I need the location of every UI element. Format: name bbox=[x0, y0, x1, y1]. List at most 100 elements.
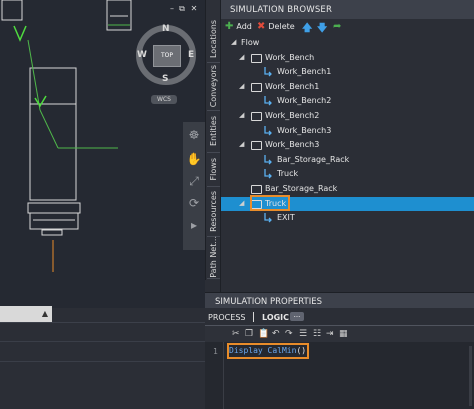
layer-dropdown[interactable]: ▲ bbox=[0, 306, 52, 322]
tab-conveyors[interactable]: Conveyors bbox=[207, 62, 220, 111]
tree-item[interactable]: Truck bbox=[221, 167, 474, 181]
tree-item-label: Work_Bench2 bbox=[265, 111, 320, 120]
tree-item[interactable]: ◢ Work_Bench3 bbox=[221, 138, 474, 152]
tree-item-label: Work_Bench3 bbox=[265, 140, 320, 150]
location-box-icon bbox=[251, 82, 262, 92]
redo-icon[interactable]: ↷ bbox=[285, 329, 293, 339]
wcs-menu[interactable]: WCS bbox=[151, 95, 177, 104]
tree-item-label: Work_Bench1 bbox=[277, 67, 332, 77]
delete-button[interactable]: ✖ Delete bbox=[257, 21, 295, 32]
browser-title: SIMULATION BROWSER bbox=[230, 5, 333, 15]
comment-icon[interactable]: ☰ bbox=[299, 329, 307, 339]
tree-item[interactable]: Work_Bench2 bbox=[221, 94, 474, 108]
tree-item-label: EXIT bbox=[277, 213, 295, 223]
browser-header: SIMULATION BROWSER bbox=[221, 0, 474, 19]
tab-path-networks[interactable]: Path Net... bbox=[207, 236, 220, 279]
model-viewport[interactable]: – ⧉ ✕ N S E W TOP WCS bbox=[0, 0, 205, 308]
uncomment-icon[interactable]: ☷ bbox=[313, 329, 321, 339]
tree-item-label: Work_Bench1 bbox=[265, 81, 320, 91]
add-button[interactable]: ✚ Add bbox=[225, 21, 252, 32]
routing-arrow-icon bbox=[264, 125, 272, 136]
location-box-icon bbox=[251, 53, 262, 63]
tab-logic[interactable]: LOGIC bbox=[262, 313, 289, 322]
zoom-extents-icon[interactable]: ⤢ bbox=[185, 172, 203, 190]
steering-wheel-icon[interactable]: ☸ bbox=[185, 126, 203, 144]
palette-side-tabs: Locations Conveyors Entities Flows Resou… bbox=[205, 0, 221, 280]
compass-west[interactable]: W bbox=[137, 50, 147, 60]
tree-item[interactable]: ◢ Work_Bench bbox=[221, 51, 474, 65]
undo-icon[interactable]: ↶ bbox=[272, 329, 280, 339]
showmotion-icon[interactable]: ▸ bbox=[185, 216, 203, 234]
tree-item-label: Work_Bench3 bbox=[277, 125, 332, 135]
properties-tabs: PROCESS LOGIC ... bbox=[205, 309, 474, 325]
logic-code-editor[interactable]: 1 Display CalMin() bbox=[205, 342, 474, 409]
tab-entities[interactable]: Entities bbox=[207, 110, 220, 153]
line-number: 1 bbox=[213, 347, 218, 356]
pan-hand-icon[interactable]: ✋ bbox=[185, 150, 203, 168]
tree-item[interactable]: ◢ Flow bbox=[221, 36, 474, 50]
expand-arrow-icon[interactable]: ◢ bbox=[239, 111, 244, 119]
routing-arrow-icon bbox=[264, 96, 272, 106]
paste-icon[interactable]: 📋 bbox=[258, 329, 269, 339]
tree-item[interactable]: ◢ Work_Bench2 bbox=[221, 109, 474, 123]
tab-resources[interactable]: Resources bbox=[207, 186, 220, 237]
minimize-viewport-button[interactable]: – bbox=[168, 5, 176, 13]
indent-icon[interactable]: ⇥ bbox=[326, 329, 334, 339]
expand-arrow-icon[interactable]: ◢ bbox=[239, 82, 244, 90]
simulation-properties: SIMULATION PROPERTIES PROCESS LOGIC ... … bbox=[205, 292, 474, 409]
cut-icon[interactable]: ✂ bbox=[232, 329, 240, 339]
compass-east[interactable]: E bbox=[188, 50, 194, 60]
forward-arrow-icon: ➦ bbox=[333, 21, 342, 32]
close-viewport-button[interactable]: ✕ bbox=[190, 5, 198, 13]
routing-arrow-icon bbox=[264, 154, 272, 165]
divider bbox=[0, 361, 205, 362]
restore-viewport-button[interactable]: ⧉ bbox=[178, 5, 186, 13]
chevron-up-icon: ▲ bbox=[41, 309, 48, 318]
view-cube-top[interactable]: TOP bbox=[153, 45, 181, 67]
expand-arrow-icon[interactable]: ◢ bbox=[231, 38, 236, 46]
navigation-toolbar: ☸ ✋ ⤢ ⟳ ▸ bbox=[183, 122, 205, 250]
compass-south[interactable]: S bbox=[162, 74, 168, 84]
simulation-browser: SIMULATION BROWSER ✚ Add ✖ Delete 🡅 🡇 ➦ … bbox=[220, 0, 474, 292]
properties-title: SIMULATION PROPERTIES bbox=[215, 297, 322, 307]
tree-item-label: Flow bbox=[241, 38, 260, 47]
more-button[interactable]: ... bbox=[290, 312, 304, 321]
expand-arrow-icon[interactable]: ◢ bbox=[239, 140, 244, 148]
delete-x-icon: ✖ bbox=[257, 21, 266, 32]
tab-locations[interactable]: Locations bbox=[207, 16, 220, 63]
flow-tree: ◢ Flow ◢ Work_Bench Work_Bench1 ◢ Work_Bench1 W… bbox=[221, 36, 474, 292]
copy-icon[interactable]: ❐ bbox=[245, 329, 253, 339]
tree-item[interactable]: Work_Bench1 bbox=[221, 65, 474, 79]
tree-item[interactable]: EXIT bbox=[221, 211, 474, 225]
orbit-icon[interactable]: ⟳ bbox=[185, 194, 203, 212]
tab-separator bbox=[253, 312, 254, 322]
tree-item-label: Bar_Storage_Rack bbox=[265, 184, 338, 193]
divider bbox=[0, 341, 205, 342]
properties-header: SIMULATION PROPERTIES bbox=[205, 293, 474, 308]
tree-item[interactable]: Work_Bench3 bbox=[221, 124, 474, 138]
tree-item-label: Work_Bench2 bbox=[277, 96, 332, 106]
compass-north[interactable]: N bbox=[162, 24, 170, 34]
build-icon[interactable]: ▦ bbox=[339, 329, 348, 339]
routing-arrow-icon bbox=[264, 169, 272, 179]
code-callout-outline bbox=[227, 343, 309, 359]
forward-button[interactable]: ➦ bbox=[333, 21, 341, 32]
command-line-area[interactable] bbox=[0, 322, 205, 409]
routing-arrow-icon bbox=[264, 67, 272, 77]
tab-process[interactable]: PROCESS bbox=[208, 313, 245, 322]
tree-item[interactable]: Bar_Storage_Rack bbox=[221, 153, 474, 167]
editor-scrollbar[interactable] bbox=[469, 346, 472, 406]
tree-item[interactable]: Bar_Storage_Rack bbox=[221, 182, 474, 196]
tree-item-label: Truck bbox=[277, 169, 299, 179]
tab-flows[interactable]: Flows bbox=[207, 152, 220, 187]
tree-item[interactable]: ◢ Work_Bench1 bbox=[221, 80, 474, 94]
editor-gutter bbox=[223, 342, 224, 409]
tree-item-label: Work_Bench bbox=[265, 52, 315, 62]
truck-callout-outline bbox=[250, 195, 290, 211]
expand-arrow-icon[interactable]: ◢ bbox=[239, 199, 244, 207]
expand-arrow-icon[interactable]: ◢ bbox=[239, 53, 244, 61]
browser-toolbar: ✚ Add ✖ Delete 🡅 🡇 ➦ bbox=[221, 19, 474, 36]
editor-toolbar: ✂ ❐ 📋 ↶ ↷ ☰ ☷ ⇥ ▦ bbox=[205, 326, 474, 342]
routing-arrow-icon bbox=[264, 213, 272, 223]
location-box-icon bbox=[251, 185, 262, 194]
